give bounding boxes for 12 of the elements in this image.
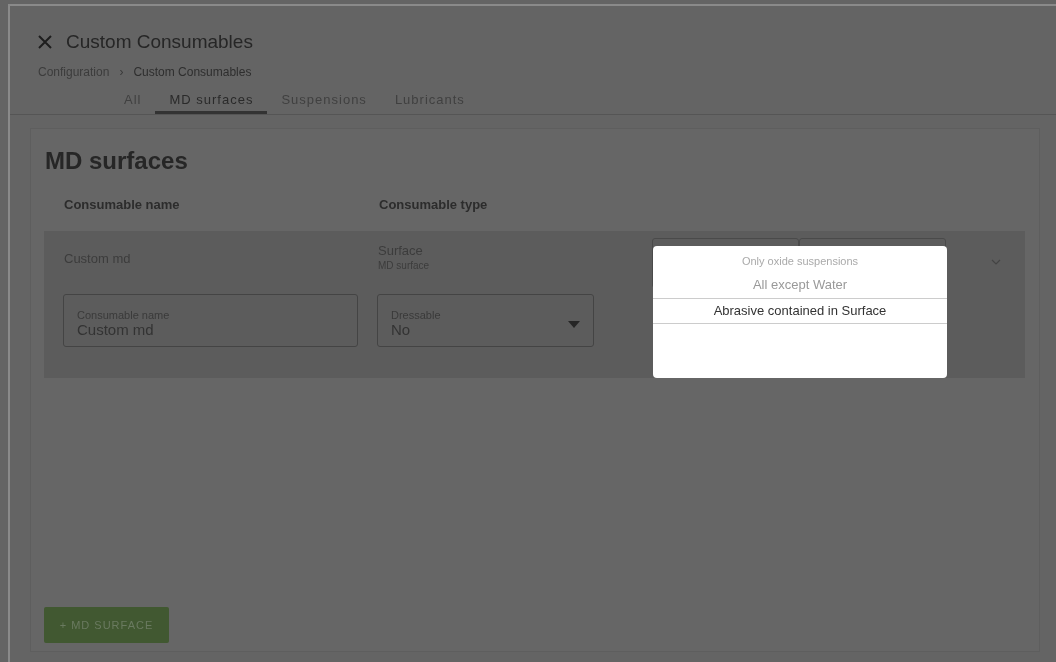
picker-option[interactable]: Abrasive contained in Surface: [653, 298, 947, 324]
column-header: Consumable type: [379, 196, 488, 214]
caret-icon: [568, 320, 580, 328]
picker-option[interactable]: Only oxide suspensions: [653, 250, 947, 272]
close-icon[interactable]: [38, 35, 52, 50]
page-title: Custom Consumables: [66, 30, 253, 54]
picker-option[interactable]: All except Water: [653, 272, 947, 298]
chevron-icon: ›: [119, 62, 124, 81]
section-title: MD surfaces: [45, 146, 189, 176]
tab[interactable]: MD surfaces: [155, 89, 268, 114]
chevron-down-icon[interactable]: [991, 258, 1001, 265]
column-header: Consumable name: [64, 196, 181, 214]
